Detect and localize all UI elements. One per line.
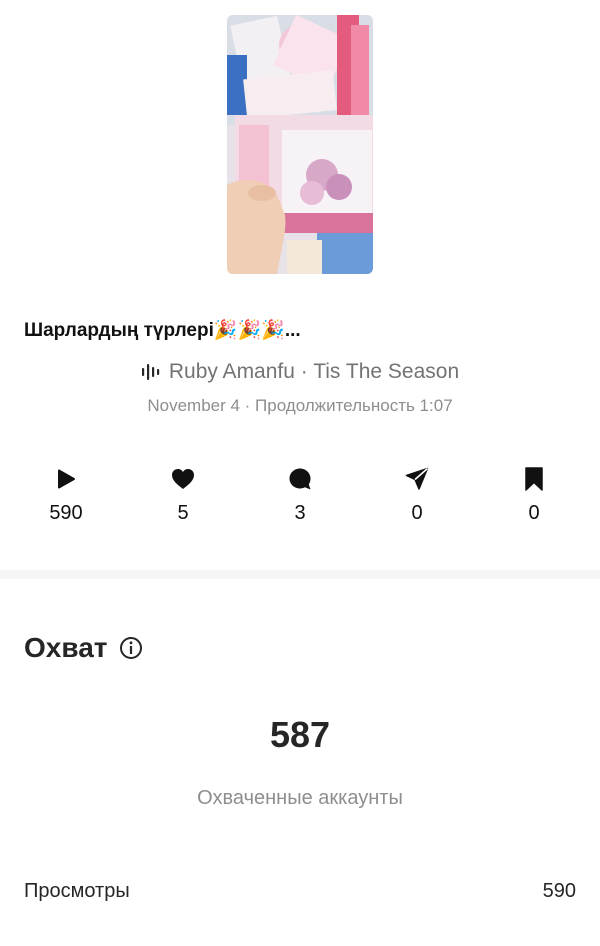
audio-waveform-icon — [141, 361, 161, 383]
info-icon[interactable] — [119, 636, 143, 660]
likes-count: 5 — [177, 502, 189, 524]
stat-likes: 5 — [125, 466, 241, 525]
stat-shares: 0 — [359, 466, 475, 525]
audio-track[interactable]: Ruby Amanfu · Tis The Season — [0, 360, 600, 384]
stat-saves: 0 — [476, 466, 592, 525]
play-icon — [53, 466, 79, 492]
shares-count: 0 — [411, 502, 423, 524]
section-divider — [0, 570, 600, 579]
reach-title: Охват — [24, 632, 108, 663]
views-value: 590 — [542, 880, 576, 902]
views-label: Просмотры — [24, 880, 130, 902]
views-row: Просмотры 590 — [24, 880, 576, 903]
comment-bubble-icon — [287, 466, 313, 492]
stat-comments: 3 — [242, 466, 358, 525]
stat-plays: 590 — [8, 466, 124, 525]
bookmark-icon — [521, 466, 547, 492]
reach-label: Охваченные аккаунты — [197, 787, 403, 809]
post-meta: November 4 · Продолжительность 1:07 — [147, 396, 453, 415]
thumbnail-image — [227, 15, 373, 274]
saves-count: 0 — [528, 502, 540, 524]
comments-count: 3 — [294, 502, 306, 524]
heart-icon — [170, 466, 196, 492]
plays-count: 590 — [49, 502, 83, 524]
reach-header: Охват — [24, 632, 143, 664]
post-caption: Шарлардың түрлері🎉🎉🎉... — [24, 320, 301, 341]
post-stats: 590 5 3 0 0 — [8, 466, 592, 525]
reach-value: 587 — [269, 714, 331, 755]
reel-thumbnail[interactable] — [227, 15, 373, 274]
send-icon — [404, 466, 430, 492]
audio-track-label: Ruby Amanfu · Tis The Season — [168, 360, 460, 383]
